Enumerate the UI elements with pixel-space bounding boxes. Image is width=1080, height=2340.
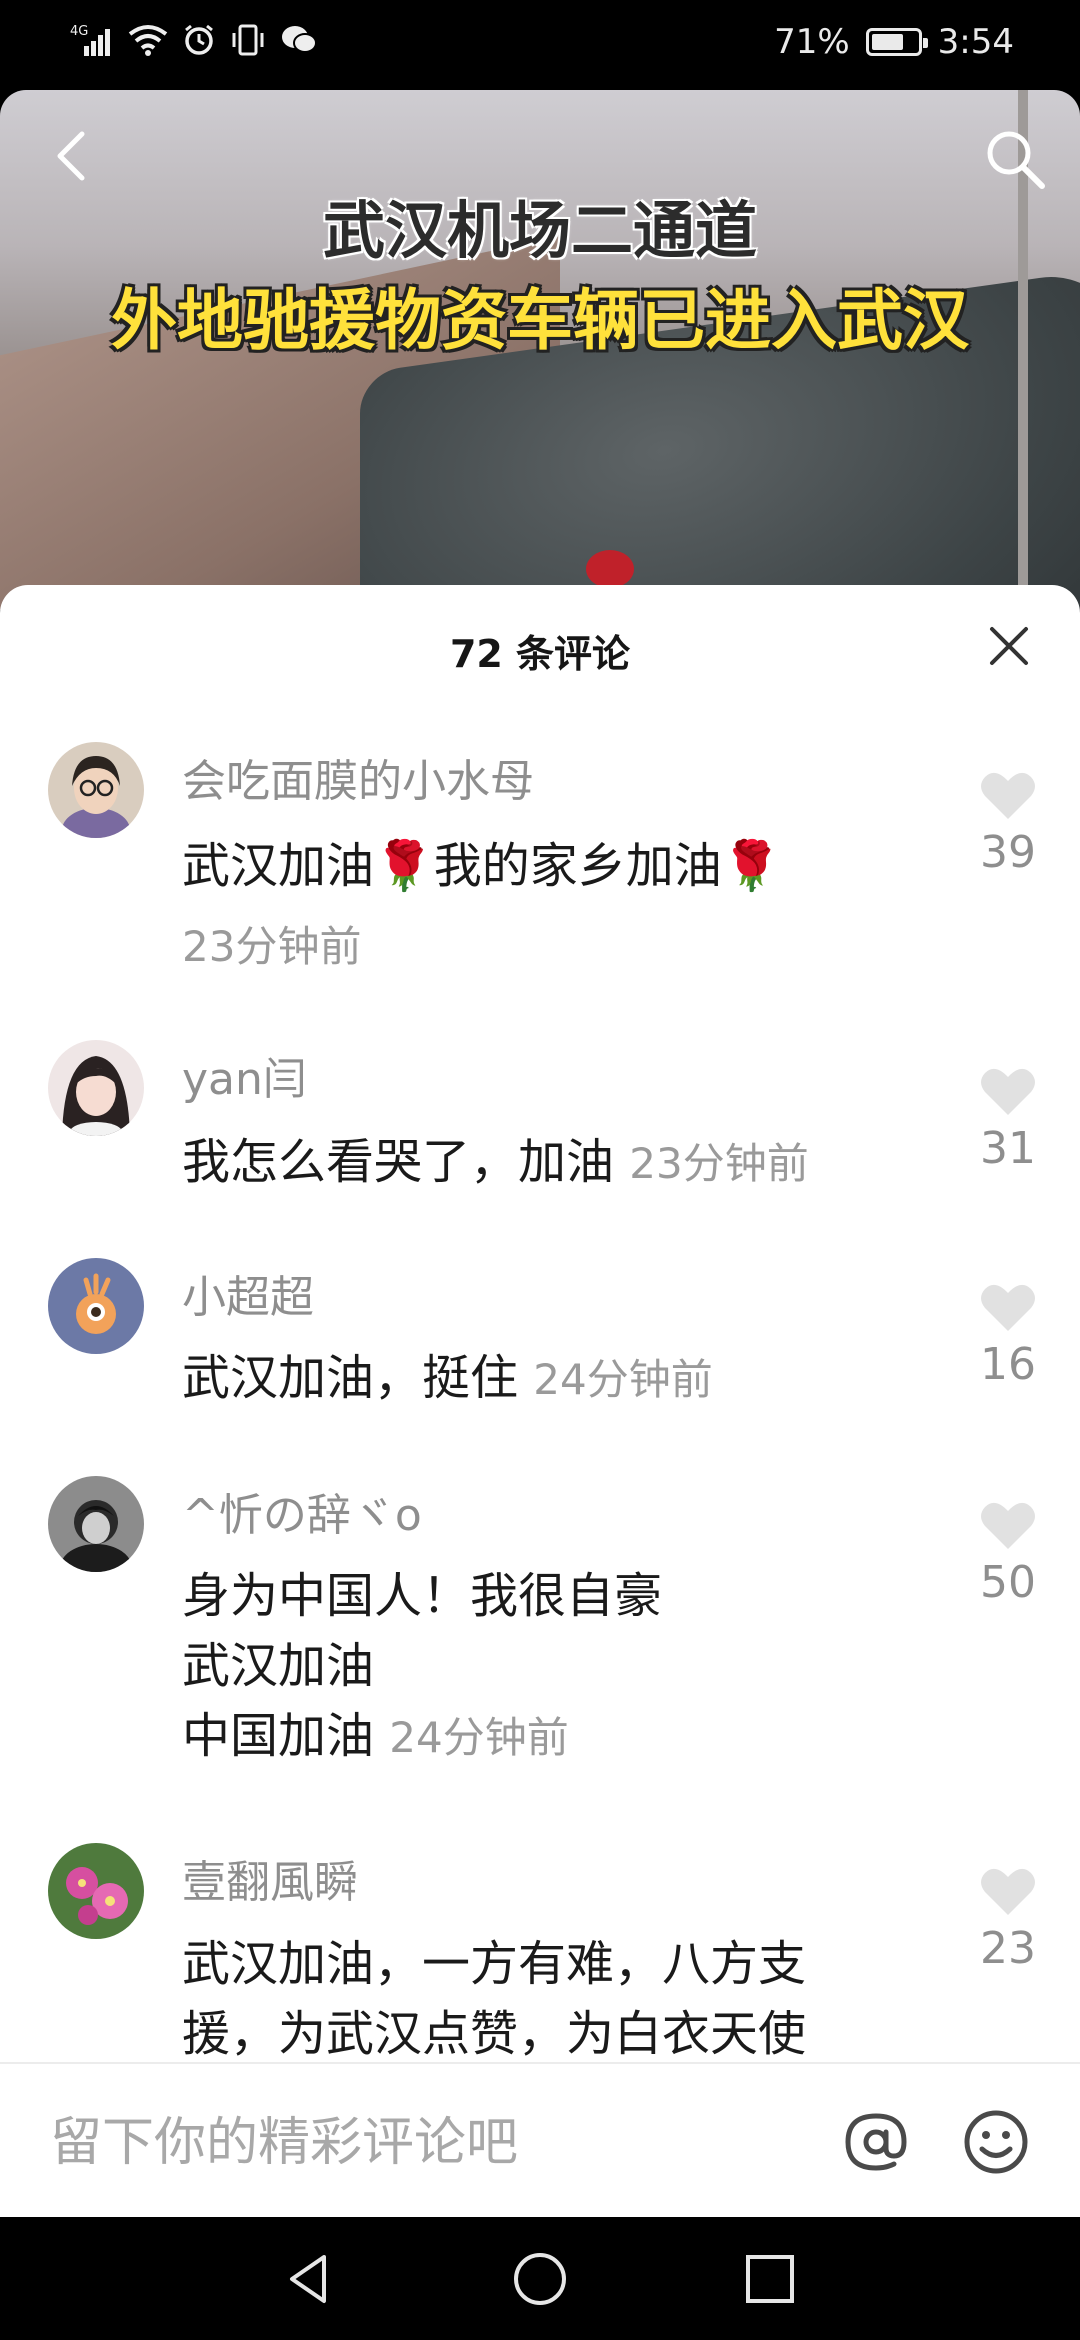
comment-time: 23分钟前 [629, 1139, 809, 1188]
vibrate-icon [232, 24, 264, 56]
avatar[interactable] [48, 1476, 144, 1572]
comments-panel: 72 条评论 会吃面膜的小水母 武汉加油🌹我的家乡加油🌹 23分钟前 39 ya… [0, 585, 1080, 2217]
comment-text-row: 中国加油 24分钟前 [182, 1701, 962, 1773]
nav-home-icon[interactable] [510, 2249, 570, 2309]
comment-text-line: 中国加油 [182, 1708, 375, 1764]
avatar[interactable] [48, 1040, 144, 1136]
video-scene-spot [586, 550, 634, 588]
alarm-icon [185, 24, 213, 55]
like-button[interactable]: 23 [976, 1865, 1040, 1974]
like-count: 23 [980, 1923, 1036, 1974]
close-icon[interactable] [984, 621, 1034, 671]
video-title-line2: 外地驰援物资车辆已进入武汉 [111, 282, 969, 359]
comment-body: 武汉加油，挺住 24分钟前 [182, 1343, 962, 1415]
signal-icon: 4G [70, 24, 110, 56]
nav-back-icon[interactable] [280, 2249, 340, 2309]
comment-body: 身为中国人！我很自豪 武汉加油 中国加油 24分钟前 [182, 1561, 962, 1773]
comment-author[interactable]: ^忻の辞ヾo [182, 1479, 422, 1543]
comment-input[interactable] [50, 2108, 810, 2178]
like-count: 50 [980, 1557, 1036, 1608]
comment-author[interactable]: yan闫 [182, 1043, 307, 1107]
wechat-icon [282, 26, 317, 53]
comment-time: 24分钟前 [389, 1713, 569, 1762]
comment-author[interactable]: 壹翻風瞬 [182, 1846, 358, 1910]
comment-count: 72 条评论 [449, 632, 631, 676]
comment-body: 武汉加油，一方有难，八方支 援，为武汉点赞，为白衣天使 [182, 1929, 962, 2069]
comment-author[interactable]: 会吃面膜的小水母 [182, 745, 534, 809]
like-button[interactable]: 31 [976, 1065, 1040, 1174]
avatar[interactable] [48, 1258, 144, 1354]
comment-text: 我怎么看哭了，加油 [182, 1134, 615, 1190]
heart-icon [981, 1502, 1035, 1549]
comment-author[interactable]: 小超超 [182, 1261, 314, 1325]
comment-text: 武汉加油🌹我的家乡加油🌹 [182, 838, 782, 894]
like-button[interactable]: 50 [976, 1499, 1040, 1608]
like-count: 31 [980, 1123, 1036, 1174]
comment-text-line: 身为中国人！我很自豪 [182, 1568, 663, 1624]
comment-text-line: 援，为武汉点赞，为白衣天使 [182, 2006, 807, 2062]
system-nav-bar [0, 2217, 1080, 2340]
like-count: 39 [980, 827, 1036, 878]
network-label: 4G [70, 24, 88, 39]
like-count: 16 [980, 1339, 1036, 1390]
video-title-line1: 武汉机场二通道 [322, 194, 757, 267]
nav-recents-icon[interactable] [740, 2249, 800, 2309]
like-button[interactable]: 39 [976, 769, 1040, 878]
emoji-icon[interactable] [960, 2106, 1032, 2178]
heart-icon [981, 1284, 1035, 1331]
status-icons: 4G [70, 22, 318, 58]
battery-level [871, 34, 903, 50]
status-right: 71% 3:54 [774, 22, 1014, 62]
heart-icon [981, 772, 1035, 819]
comment-text: 武汉加油，挺住 [182, 1350, 519, 1406]
clock: 3:54 [937, 22, 1014, 62]
battery-icon [865, 28, 928, 56]
comment-time: 24分钟前 [533, 1355, 713, 1404]
wifi-icon [128, 25, 168, 56]
comment-text-line: 武汉加油，一方有难，八方支 [182, 1936, 807, 1992]
at-icon[interactable] [840, 2106, 912, 2178]
avatar[interactable] [48, 1843, 144, 1939]
status-bar: 4G 71% 3:54 [0, 0, 1080, 90]
video-frame[interactable]: 武汉机场二通道 外地驰援物资车辆已进入武汉 [0, 90, 1080, 610]
comment-input-bar [0, 2062, 1080, 2217]
heart-icon [981, 1868, 1035, 1915]
battery-percent: 71% [774, 22, 850, 62]
comment-body: 我怎么看哭了，加油 23分钟前 [182, 1127, 962, 1199]
comment-text-line: 武汉加油 [182, 1638, 375, 1694]
search-icon[interactable] [980, 124, 1050, 194]
comment-time: 23分钟前 [182, 922, 362, 971]
heart-icon [981, 1068, 1035, 1115]
avatar[interactable] [48, 742, 144, 838]
like-button[interactable]: 16 [976, 1281, 1040, 1390]
back-arrow-icon[interactable] [44, 126, 104, 186]
comments-header: 72 条评论 [0, 585, 1080, 725]
